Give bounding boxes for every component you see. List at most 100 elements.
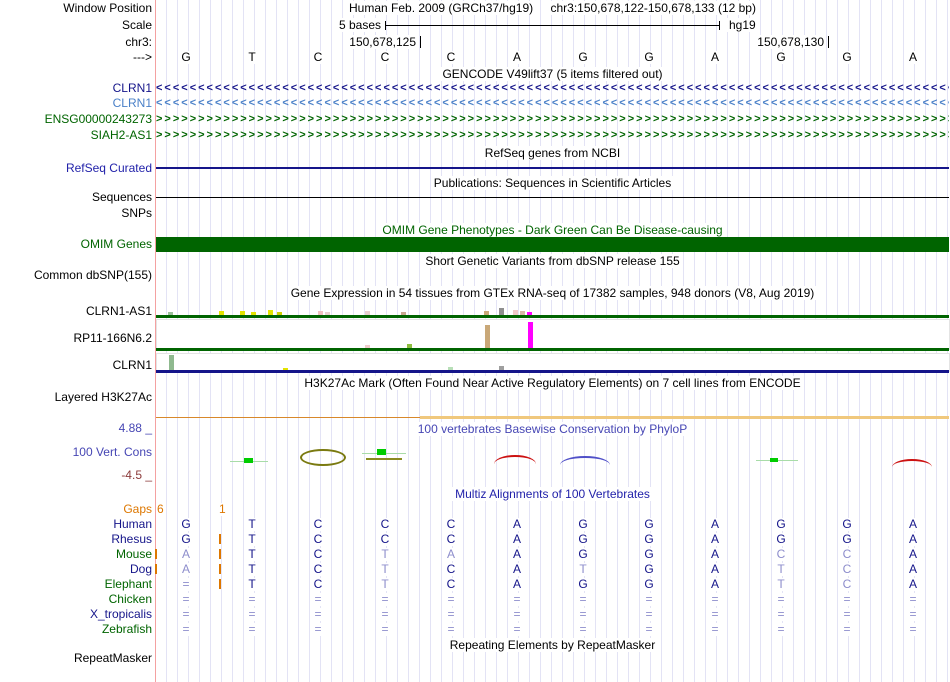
- alignment-base: G: [641, 548, 657, 561]
- conservation-glyph: [300, 449, 346, 466]
- gtex-expression-bar: [325, 312, 330, 315]
- alignment-base: =: [178, 578, 194, 591]
- alignment-base: G: [575, 578, 591, 591]
- genome-browser: Window Position Scale chr3: ---> CLRN1 C…: [0, 0, 950, 682]
- alignment-base: G: [773, 518, 789, 531]
- conservation-glyph: [494, 455, 536, 464]
- alignment-base: =: [773, 593, 789, 606]
- alignment-base: A: [509, 533, 525, 546]
- ruler-base: G: [178, 51, 194, 64]
- gene-strand-arrows: >>>>>>>>>>>>>>>>>>>>>>>>>>>>>>>>>>>>>>>>…: [156, 113, 949, 125]
- alignment-base: A: [707, 563, 723, 576]
- alignment-base: =: [443, 608, 459, 621]
- gtex-expression-bar: [365, 311, 370, 315]
- alignment-base: =: [310, 623, 326, 636]
- alignment-base: =: [377, 608, 393, 621]
- alignment-gap-tick: [219, 579, 221, 589]
- alignment-base: A: [707, 578, 723, 591]
- ruler-base: C: [377, 51, 393, 64]
- alignment-base: =: [509, 593, 525, 606]
- alignment-base: =: [707, 593, 723, 606]
- alignment-gap-tick: [219, 534, 221, 544]
- alignment-base: G: [773, 533, 789, 546]
- gtex-expression-bar: [219, 311, 224, 315]
- conservation-glyph: [377, 449, 386, 455]
- gtex-expression-bar: [499, 308, 504, 315]
- alignment-base: A: [905, 518, 921, 531]
- alignment-base: T: [377, 563, 393, 576]
- alignment-base: T: [244, 563, 260, 576]
- ruler-base: A: [509, 51, 525, 64]
- alignment-base: A: [905, 563, 921, 576]
- alignment-base: G: [575, 518, 591, 531]
- alignment-base: G: [641, 533, 657, 546]
- alignment-base: =: [905, 623, 921, 636]
- alignment-base: =: [839, 593, 855, 606]
- gtex-expression-bar: [484, 311, 489, 315]
- gtex-expression-bar: [365, 345, 370, 348]
- alignment-base: =: [178, 623, 194, 636]
- alignment-base: C: [310, 578, 326, 591]
- alignment-base: A: [905, 533, 921, 546]
- alignment-base: C: [377, 533, 393, 546]
- alignment-base: G: [839, 533, 855, 546]
- alignment-gap-tick: [219, 564, 221, 574]
- conservation-glyph: [892, 459, 932, 467]
- ruler-base: G: [773, 51, 789, 64]
- alignment-base: A: [443, 548, 459, 561]
- alignment-base: =: [178, 608, 194, 621]
- alignment-base: =: [443, 593, 459, 606]
- alignment-base: =: [509, 608, 525, 621]
- gtex-expression-bar: [528, 322, 533, 348]
- alignment-base: =: [377, 593, 393, 606]
- alignment-base: T: [244, 518, 260, 531]
- gtex-expression-bar: [268, 310, 273, 315]
- alignment-base: =: [244, 608, 260, 621]
- alignment-base: G: [839, 518, 855, 531]
- alignment-base: =: [244, 593, 260, 606]
- alignment-base: =: [641, 608, 657, 621]
- gtex-expression-bar: [527, 312, 532, 315]
- alignment-base: T: [773, 578, 789, 591]
- alignment-base: G: [641, 563, 657, 576]
- alignment-base: G: [178, 518, 194, 531]
- alignment-base: =: [839, 608, 855, 621]
- alignment-gap-tick: [155, 549, 157, 559]
- conservation-glyph: [770, 458, 778, 462]
- alignment-base: A: [509, 518, 525, 531]
- ruler-base: A: [905, 51, 921, 64]
- alignment-base: T: [575, 563, 591, 576]
- alignment-base: =: [905, 593, 921, 606]
- alignment-base: T: [244, 548, 260, 561]
- alignment-base: G: [178, 533, 194, 546]
- alignment-gap-count: 1: [219, 502, 226, 516]
- alignment-base: =: [707, 623, 723, 636]
- alignment-base: C: [443, 518, 459, 531]
- alignment-base: =: [509, 623, 525, 636]
- gtex-expression-bar: [485, 325, 490, 348]
- ruler-base: C: [310, 51, 326, 64]
- conservation-glyph: [244, 458, 253, 463]
- gtex-expression-bar: [169, 355, 174, 370]
- alignment-base: =: [377, 623, 393, 636]
- alignment-base: =: [773, 623, 789, 636]
- generated-graphics-layer: G T C C C A G G A G G A <<<<<<<<<<<<<<<<<<<<<<<<<<<<…: [0, 0, 950, 682]
- alignment-base: A: [178, 563, 194, 576]
- ruler-base: A: [707, 51, 723, 64]
- alignment-base: =: [575, 608, 591, 621]
- conservation-glyph: [366, 458, 402, 460]
- gene-strand-arrows: <<<<<<<<<<<<<<<<<<<<<<<<<<<<<<<<<<<<<<<<…: [156, 97, 949, 109]
- alignment-gap-tick: [219, 549, 221, 559]
- alignment-base: =: [773, 608, 789, 621]
- alignment-base: C: [310, 563, 326, 576]
- alignment-base: G: [575, 533, 591, 546]
- gtex-expression-bar: [318, 311, 323, 315]
- alignment-gap-count: 6: [157, 502, 164, 516]
- gtex-expression-bar: [251, 312, 256, 315]
- alignment-base: T: [377, 578, 393, 591]
- alignment-base: =: [244, 623, 260, 636]
- ruler-base: T: [244, 51, 260, 64]
- alignment-base: =: [707, 608, 723, 621]
- alignment-base: G: [575, 548, 591, 561]
- alignment-base: =: [839, 623, 855, 636]
